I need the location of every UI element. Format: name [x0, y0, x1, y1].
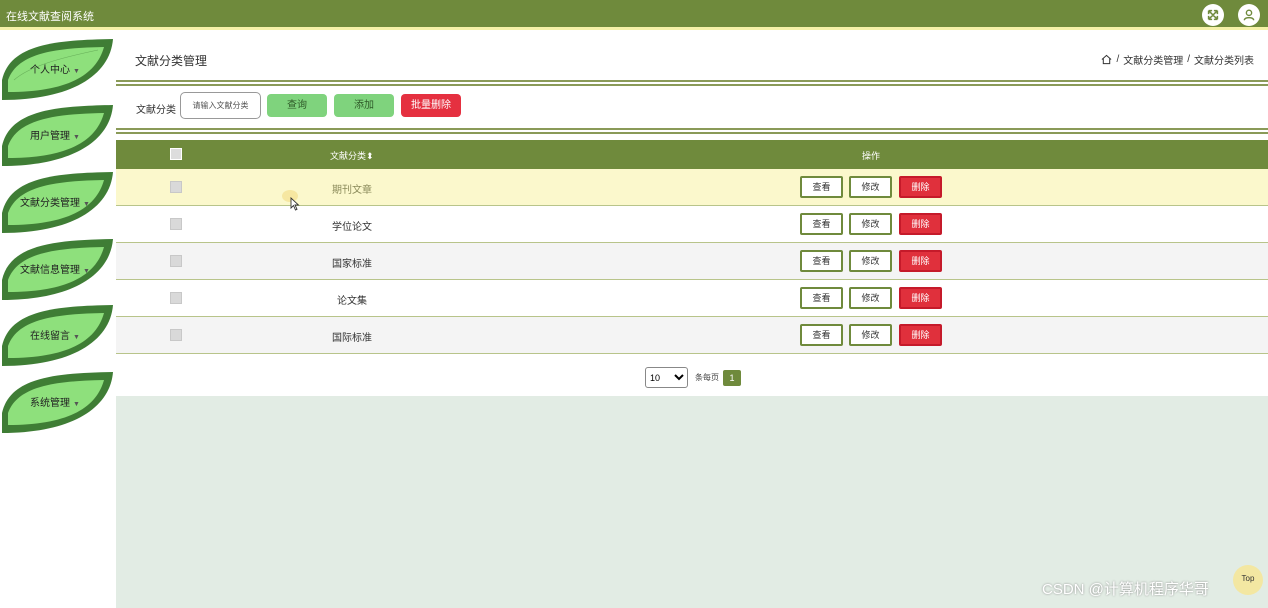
user-icon[interactable] — [1238, 4, 1260, 26]
table-row: 论文集 查看 修改 删除 — [116, 280, 1268, 317]
search-input[interactable] — [180, 92, 261, 119]
view-button[interactable]: 查看 — [800, 287, 843, 309]
edit-button[interactable]: 修改 — [849, 213, 892, 235]
row-checkbox[interactable] — [170, 181, 182, 193]
background-area — [116, 396, 1268, 608]
divider — [116, 80, 1268, 86]
table-row: 国际标准 查看 修改 删除 — [116, 317, 1268, 354]
delete-button[interactable]: 删除 — [899, 250, 942, 272]
breadcrumb: / 文献分类管理 / 文献分类列表 — [1101, 52, 1254, 67]
sidebar-item-messages[interactable]: 在线留言 ▼ — [0, 302, 116, 368]
expand-icon[interactable] — [1202, 4, 1224, 26]
category-name: 国际标准 — [332, 333, 372, 344]
scroll-top-button[interactable]: Top — [1233, 565, 1263, 595]
breadcrumb-separator: / — [1116, 54, 1120, 65]
row-checkbox[interactable] — [170, 218, 182, 230]
caret-down-icon: ▼ — [83, 201, 90, 208]
breadcrumb-item: 文献分类列表 — [1194, 56, 1254, 67]
sidebar-item-label: 用户管理 ▼ — [30, 131, 80, 142]
row-checkbox[interactable] — [170, 329, 182, 341]
category-name: 期刊文章 — [332, 185, 372, 196]
sidebar-item-label: 在线留言 ▼ — [30, 331, 80, 342]
mouse-cursor-icon — [290, 197, 300, 211]
sidebar-item-label: 系统管理 ▼ — [30, 398, 80, 409]
sidebar-item-label: 文献信息管理 ▼ — [20, 265, 90, 276]
sidebar: 个人中心 ▼ 用户管理 ▼ 文献分类管理 ▼ 文献信息管理 ▼ 在线留言 ▼ 系… — [0, 33, 116, 608]
main-content: 文献分类管理 / 文献分类管理 / 文献分类列表 文献分类 查询 添加 批量删除… — [116, 33, 1268, 608]
home-icon[interactable] — [1101, 54, 1112, 65]
column-header-actions: 操作 — [862, 151, 881, 161]
caret-down-icon: ▼ — [73, 134, 80, 141]
edit-button[interactable]: 修改 — [849, 176, 892, 198]
page-size-select[interactable]: 10 — [645, 367, 688, 388]
edit-button[interactable]: 修改 — [849, 287, 892, 309]
caret-down-icon: ▼ — [73, 334, 80, 341]
sidebar-item-system-management[interactable]: 系统管理 ▼ — [0, 369, 116, 435]
delete-button[interactable]: 删除 — [899, 324, 942, 346]
caret-down-icon: ▼ — [73, 401, 80, 408]
delete-button[interactable]: 删除 — [899, 287, 942, 309]
search-bar: 文献分类 查询 添加 批量删除 — [116, 88, 1268, 128]
per-page-label: 条每页 — [695, 373, 719, 382]
sidebar-item-label: 个人中心 ▼ — [30, 65, 80, 76]
breadcrumb-item[interactable]: 文献分类管理 — [1123, 52, 1183, 67]
select-all-checkbox[interactable] — [170, 148, 182, 160]
view-button[interactable]: 查看 — [800, 176, 843, 198]
caret-down-icon: ▼ — [83, 268, 90, 275]
caret-down-icon: ▼ — [73, 68, 80, 75]
sort-icon[interactable]: ⬍ — [366, 151, 374, 161]
app-title: 在线文献查阅系统 — [6, 11, 94, 23]
page-number-current[interactable]: 1 — [723, 369, 741, 386]
breadcrumb-separator: / — [1187, 54, 1190, 65]
top-navbar: 在线文献查阅系统 — [0, 0, 1268, 30]
category-name: 论文集 — [337, 296, 367, 307]
pagination: 10 条每页 1 — [645, 367, 741, 388]
category-name: 国家标准 — [332, 259, 372, 270]
page-header: 文献分类管理 / 文献分类管理 / 文献分类列表 — [116, 33, 1268, 83]
query-button[interactable]: 查询 — [267, 94, 327, 117]
delete-button[interactable]: 删除 — [899, 176, 942, 198]
watermark: CSDN @计算机程序华哥 — [1042, 581, 1209, 598]
table-header: 文献分类⬍ 操作 — [116, 140, 1268, 169]
search-label: 文献分类 — [136, 105, 176, 116]
row-checkbox[interactable] — [170, 292, 182, 304]
divider — [116, 128, 1268, 134]
delete-button[interactable]: 删除 — [899, 213, 942, 235]
table-row: 国家标准 查看 修改 删除 — [116, 243, 1268, 280]
view-button[interactable]: 查看 — [800, 213, 843, 235]
sidebar-item-user-management[interactable]: 用户管理 ▼ — [0, 102, 116, 168]
view-button[interactable]: 查看 — [800, 250, 843, 272]
page-title: 文献分类管理 — [135, 54, 208, 68]
edit-button[interactable]: 修改 — [849, 250, 892, 272]
column-header-category[interactable]: 文献分类⬍ — [330, 149, 374, 162]
table-row: 学位论文 查看 修改 删除 — [116, 206, 1268, 243]
batch-delete-button[interactable]: 批量删除 — [401, 94, 461, 117]
row-checkbox[interactable] — [170, 255, 182, 267]
edit-button[interactable]: 修改 — [849, 324, 892, 346]
sidebar-item-document-management[interactable]: 文献信息管理 ▼ — [0, 236, 116, 302]
category-name: 学位论文 — [332, 222, 372, 233]
add-button[interactable]: 添加 — [334, 94, 394, 117]
view-button[interactable]: 查看 — [800, 324, 843, 346]
sidebar-item-personal-center[interactable]: 个人中心 ▼ — [0, 36, 116, 102]
sidebar-item-label: 文献分类管理 ▼ — [20, 198, 90, 209]
sidebar-item-category-management[interactable]: 文献分类管理 ▼ — [0, 169, 116, 235]
